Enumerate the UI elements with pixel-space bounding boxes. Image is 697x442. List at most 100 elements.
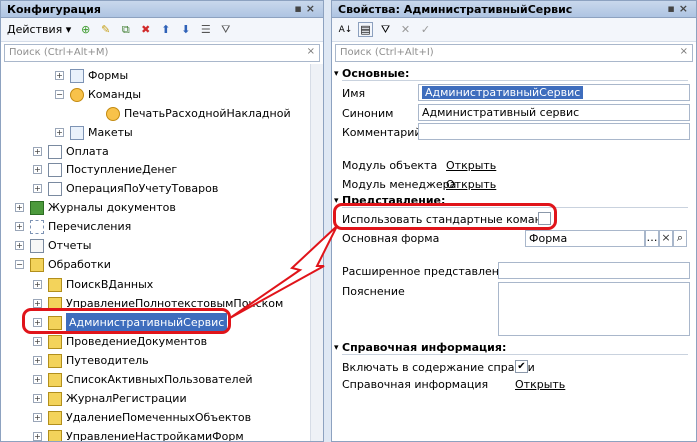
section-main[interactable]: Основные: [332, 67, 696, 81]
tree-node[interactable]: + ЖурналРегистрации [33, 389, 187, 408]
collapse-icon[interactable]: − [15, 260, 24, 269]
tree-node[interactable]: ПечатьРасходнойНакладной [91, 104, 291, 123]
pin-icon[interactable]: ▪ [667, 2, 678, 15]
clear-icon[interactable]: × [659, 230, 673, 247]
expand-icon[interactable]: + [33, 432, 42, 441]
configuration-search-input[interactable]: Поиск (Ctrl+Alt+M) × [4, 44, 320, 62]
tree-node-label: Отчеты [48, 239, 92, 252]
enum-icon [30, 219, 44, 234]
search-clear-icon[interactable]: × [680, 46, 688, 57]
help-info-open-link[interactable]: Открыть [515, 378, 565, 391]
tree-node[interactable]: + Отчеты [15, 236, 91, 255]
expand-icon[interactable]: + [33, 413, 42, 422]
expand-icon[interactable]: + [33, 356, 42, 365]
actions-menu[interactable]: Действия ▾ [7, 23, 71, 36]
panel-controls[interactable]: ▪× [667, 2, 692, 15]
move-up-icon[interactable]: ⬆ [158, 22, 173, 37]
include-help-checkbox[interactable]: ✔ [515, 360, 528, 373]
tree-node[interactable]: + ОперацияПоУчетуТоваров [33, 179, 218, 198]
section-help-label: Справочная информация: [342, 341, 507, 354]
tree-node[interactable]: + Оплата [33, 142, 109, 161]
filter-icon[interactable]: ⛛ [218, 22, 233, 37]
delete-icon[interactable]: ✖ [138, 22, 153, 37]
object-module-open-link[interactable]: Открыть [446, 159, 496, 172]
actions-label: Действия [7, 23, 63, 36]
panel-title: Конфигурация [7, 3, 101, 16]
expand-icon[interactable]: + [33, 280, 42, 289]
tree-node[interactable]: + Перечисления [15, 217, 131, 236]
close-icon[interactable]: × [679, 2, 692, 15]
journal-icon [30, 200, 44, 215]
proc-icon [48, 391, 62, 406]
proc-icon [48, 410, 62, 425]
apply-icon[interactable]: ✓ [418, 22, 433, 37]
filter-icon[interactable]: ⛛ [378, 22, 393, 37]
move-down-icon[interactable]: ⬇ [178, 22, 193, 37]
expand-icon[interactable]: + [15, 203, 24, 212]
configuration-toolbar: Действия ▾ ⊕ ✎ ⧉ ✖ ⬆ ⬇ ☰ ⛛ [1, 18, 323, 42]
properties-toolbar: A↓ ▤ ⛛ ✕ ✓ [332, 18, 696, 42]
proc-icon [48, 334, 62, 349]
tree-node-label: ПоискВДанных [66, 278, 154, 291]
proc-icon [48, 353, 62, 368]
manager-module-open-link[interactable]: Открыть [446, 178, 496, 191]
synonym-field[interactable]: Административный сервис [418, 104, 690, 121]
main-form-field[interactable]: Форма [525, 230, 645, 247]
copy-icon[interactable]: ⧉ [118, 22, 133, 37]
tree-node[interactable]: + Макеты [55, 123, 133, 142]
sort-alpha-icon[interactable]: A↓ [338, 22, 353, 37]
tree-node[interactable]: − Команды [55, 85, 141, 104]
name-field[interactable]: АдминистративныйСервис [418, 84, 690, 101]
add-icon[interactable]: ⊕ [78, 22, 93, 37]
expand-icon[interactable]: + [33, 165, 42, 174]
tree-node[interactable]: + ПоступлениеДенег [33, 160, 177, 179]
synonym-label: Синоним [342, 107, 394, 120]
panel-controls[interactable]: ▪× [294, 2, 319, 15]
highlight-ring-checkbox [333, 203, 557, 230]
expand-icon[interactable]: + [15, 241, 24, 250]
tree-node[interactable]: + ПроведениеДокументов [33, 332, 207, 351]
configuration-panel: Конфигурация ▪× Действия ▾ ⊕ ✎ ⧉ ✖ ⬆ ⬇ ☰… [0, 0, 324, 442]
expand-icon[interactable]: + [55, 71, 64, 80]
pin-icon[interactable]: ▪ [294, 2, 305, 15]
tree-scrollbar[interactable] [310, 64, 323, 441]
cancel-icon[interactable]: ✕ [398, 22, 413, 37]
tree-node-label: Путеводитель [66, 354, 149, 367]
categories-icon[interactable]: ▤ [358, 22, 373, 37]
explanation-field[interactable] [498, 282, 690, 336]
tree-node[interactable]: + УправлениеНастройкамиФорм [33, 427, 244, 441]
tree-node[interactable]: + Формы [55, 66, 128, 85]
properties-search-input[interactable]: Поиск (Ctrl+Alt+I) × [335, 44, 693, 62]
expand-icon[interactable]: + [55, 128, 64, 137]
tree-node[interactable]: + Журналы документов [15, 198, 176, 217]
tree-node[interactable]: + УдалениеПомеченныхОбъектов [33, 408, 251, 427]
doc-icon [48, 181, 62, 196]
extended-representation-field[interactable] [498, 262, 690, 279]
tree-node-label: Перечисления [48, 220, 132, 233]
proc-icon [48, 277, 62, 292]
comment-field[interactable] [418, 123, 690, 140]
expand-icon[interactable]: + [33, 337, 42, 346]
search-clear-icon[interactable]: × [307, 46, 315, 57]
open-form-icon[interactable]: ⌕ [673, 230, 687, 247]
edit-icon[interactable]: ✎ [98, 22, 113, 37]
expand-icon[interactable]: + [33, 184, 42, 193]
cmd-icon [106, 106, 120, 121]
sort-icon[interactable]: ☰ [198, 22, 213, 37]
tree-node[interactable]: + ПоискВДанных [33, 275, 153, 294]
report-icon [30, 238, 44, 253]
expand-icon[interactable]: + [33, 299, 42, 308]
manager-module-label: Модуль менеджера [342, 178, 457, 191]
expand-icon[interactable]: + [33, 394, 42, 403]
section-help[interactable]: Справочная информация: [332, 341, 696, 355]
expand-icon[interactable]: + [33, 375, 42, 384]
tree-node[interactable]: − Обработки [15, 255, 111, 274]
choose-button[interactable]: … [645, 230, 659, 247]
collapse-icon[interactable]: − [55, 90, 64, 99]
close-icon[interactable]: × [306, 2, 319, 15]
tree-node-label: ПечатьРасходнойНакладной [124, 107, 291, 120]
expand-icon[interactable]: + [33, 147, 42, 156]
tree-node[interactable]: + Путеводитель [33, 351, 149, 370]
expand-icon[interactable]: + [15, 222, 24, 231]
tree-node[interactable]: + СписокАктивныхПользователей [33, 370, 252, 389]
